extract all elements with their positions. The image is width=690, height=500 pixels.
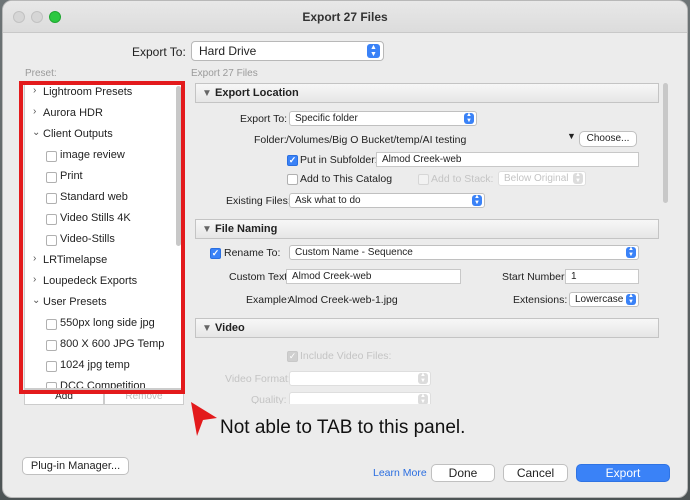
- folder-label: Folder:: [254, 134, 287, 146]
- export-button[interactable]: Export: [576, 464, 670, 482]
- rename-template-value: Custom Name - Sequence: [295, 247, 413, 258]
- location-export-to-value: Specific folder: [295, 113, 358, 124]
- existing-files-value: Ask what to do: [295, 195, 361, 206]
- settings-scrollbar[interactable]: [663, 83, 668, 203]
- start-number-input[interactable]: 1: [565, 269, 639, 284]
- start-number-label: Start Number:: [502, 271, 568, 283]
- quality-label: Quality:: [251, 394, 287, 404]
- export-to-value: Hard Drive: [199, 44, 257, 58]
- window-title: Export 27 Files: [302, 10, 388, 24]
- section-header-video[interactable]: ▼ Video: [195, 318, 659, 338]
- export-dialog: Export 27 Files Export To: Hard Drive ▲ ▼…: [2, 0, 688, 498]
- add-to-catalog-label: Add to This Catalog: [300, 173, 393, 185]
- export-to-select[interactable]: Hard Drive ▲ ▼: [191, 41, 384, 61]
- rename-template-select[interactable]: Custom Name - Sequence ▲ ▼: [289, 245, 639, 260]
- learn-more-link[interactable]: Learn More: [373, 467, 427, 479]
- select-stepper-icon: ▲ ▼: [367, 44, 380, 58]
- extensions-value: Lowercase: [575, 294, 624, 305]
- example-value: Almod Creek-web-1.jpg: [288, 294, 398, 306]
- done-button[interactable]: Done: [431, 464, 495, 482]
- select-stepper-icon: ▲ ▼: [418, 372, 428, 384]
- example-label: Example:: [246, 294, 290, 306]
- annotation-note: Not able to TAB to this panel.: [220, 417, 466, 438]
- folder-history-dropdown-icon[interactable]: ▼: [567, 131, 576, 141]
- add-to-stack-checkbox[interactable]: [418, 174, 429, 185]
- export-settings-panel: ▼ Export Location Export To: Specific fo…: [193, 81, 672, 404]
- disclosure-down-icon[interactable]: ▼: [202, 323, 212, 334]
- subfolder-label: Put in Subfolder:: [300, 154, 378, 166]
- existing-files-select[interactable]: Ask what to do ▲ ▼: [289, 193, 485, 208]
- subfolder-checkbox[interactable]: ✓: [287, 155, 298, 166]
- export-count-caption: Export 27 Files: [191, 68, 258, 79]
- select-stepper-icon: ▲ ▼: [626, 246, 636, 258]
- location-export-to-select[interactable]: Specific folder ▲ ▼: [289, 111, 477, 126]
- select-stepper-icon: ▲ ▼: [472, 194, 482, 206]
- select-stepper-icon: ▲ ▼: [464, 112, 474, 124]
- stack-position-select[interactable]: Below Original ▲ ▼: [498, 171, 586, 186]
- section-title: Video: [215, 322, 245, 334]
- include-video-label: Include Video Files:: [300, 350, 392, 362]
- stack-position-value: Below Original: [504, 173, 569, 184]
- rename-checkbox[interactable]: ✓: [210, 248, 221, 259]
- video-format-label: Video Format:: [225, 373, 291, 385]
- subfolder-input[interactable]: Almod Creek-web: [376, 152, 639, 167]
- export-to-label: Export To:: [132, 45, 186, 59]
- select-stepper-icon: ▲ ▼: [418, 393, 428, 404]
- section-header-file-naming[interactable]: ▼ File Naming: [195, 219, 659, 239]
- disclosure-down-icon[interactable]: ▼: [202, 88, 212, 99]
- section-title: Export Location: [215, 87, 299, 99]
- rename-label: Rename To:: [224, 247, 281, 259]
- select-stepper-icon: ▲ ▼: [573, 172, 583, 184]
- section-title: File Naming: [215, 223, 278, 235]
- choose-folder-button[interactable]: Choose...: [579, 131, 637, 147]
- select-stepper-icon: ▲ ▼: [626, 293, 636, 305]
- section-header-export-location[interactable]: ▼ Export Location: [195, 83, 659, 103]
- location-export-to-label: Export To:: [240, 113, 288, 125]
- cancel-button[interactable]: Cancel: [503, 464, 568, 482]
- add-to-stack-label: Add to Stack:: [431, 173, 494, 185]
- plugin-manager-button[interactable]: Plug-in Manager...: [22, 457, 129, 475]
- video-format-select[interactable]: ▲ ▼: [289, 371, 431, 386]
- title-bar: Export 27 Files: [3, 1, 687, 33]
- custom-text-input[interactable]: Almod Creek-web: [286, 269, 461, 284]
- disclosure-down-icon[interactable]: ▼: [202, 224, 212, 235]
- preset-caption: Preset:: [25, 68, 57, 79]
- quality-select[interactable]: ▲ ▼: [289, 392, 431, 404]
- existing-files-label: Existing Files:: [226, 195, 291, 207]
- extensions-label: Extensions:: [513, 294, 568, 306]
- folder-path: /Volumes/Big O Bucket/temp/AI testing: [286, 134, 467, 146]
- extensions-select[interactable]: Lowercase ▲ ▼: [569, 292, 639, 307]
- custom-text-label: Custom Text:: [229, 271, 291, 283]
- include-video-checkbox[interactable]: ✓: [287, 351, 298, 362]
- highlight-box: [19, 81, 185, 394]
- add-to-catalog-checkbox[interactable]: [287, 174, 298, 185]
